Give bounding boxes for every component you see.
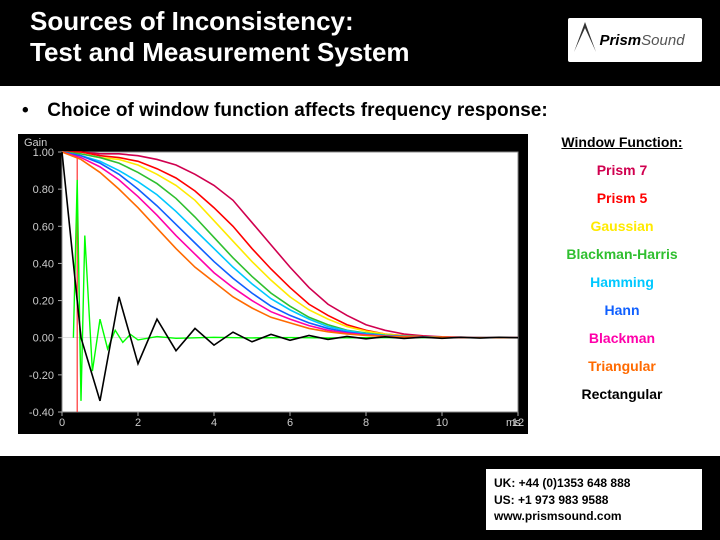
contact-uk: UK: +44 (0)1353 648 888 xyxy=(494,475,694,491)
svg-text:ms: ms xyxy=(506,417,521,429)
legend-item: Hamming xyxy=(540,268,704,296)
legend-item: Blackman-Harris xyxy=(540,240,704,268)
legend-item: Hann xyxy=(540,296,704,324)
svg-text:-0.40: -0.40 xyxy=(29,407,54,419)
legend-item: Prism 7 xyxy=(540,156,704,184)
svg-text:0.60: 0.60 xyxy=(33,221,54,233)
bullet-line: • Choice of window function affects freq… xyxy=(22,100,548,122)
svg-text:6: 6 xyxy=(287,417,293,429)
legend-item: Triangular xyxy=(540,352,704,380)
svg-text:10: 10 xyxy=(436,417,448,429)
svg-text:0.20: 0.20 xyxy=(33,296,54,308)
body: • Choice of window function affects freq… xyxy=(0,86,720,456)
svg-text:0.00: 0.00 xyxy=(33,333,54,345)
slide: Sources of Inconsistency:Test and Measur… xyxy=(0,0,720,540)
page-title: Sources of Inconsistency:Test and Measur… xyxy=(30,6,530,67)
header: Sources of Inconsistency:Test and Measur… xyxy=(0,0,720,86)
svg-text:0.40: 0.40 xyxy=(33,258,54,270)
chart: -0.40-0.200.000.200.400.600.801.00024681… xyxy=(18,134,528,434)
bullet-dot-icon: • xyxy=(22,100,42,122)
svg-text:0.80: 0.80 xyxy=(33,184,54,196)
brand-logo: PrismSound xyxy=(568,18,702,62)
footer: UK: +44 (0)1353 648 888 US: +1 973 983 9… xyxy=(0,456,720,540)
legend-item: Gaussian xyxy=(540,212,704,240)
contact-box: UK: +44 (0)1353 648 888 US: +1 973 983 9… xyxy=(486,469,702,530)
bullet-text: Choice of window function affects freque… xyxy=(47,100,547,121)
legend: Window Function: Prism 7Prism 5GaussianB… xyxy=(540,130,704,408)
logo-text: PrismSound xyxy=(585,32,684,49)
svg-text:4: 4 xyxy=(211,417,217,429)
svg-text:8: 8 xyxy=(363,417,369,429)
svg-text:0: 0 xyxy=(59,417,65,429)
chart-svg: -0.40-0.200.000.200.400.600.801.00024681… xyxy=(18,134,528,434)
legend-title: Window Function: xyxy=(540,130,704,156)
svg-text:Gain: Gain xyxy=(24,137,47,149)
legend-item: Blackman xyxy=(540,324,704,352)
contact-web: www.prismsound.com xyxy=(494,508,694,524)
prism-icon xyxy=(574,22,596,52)
svg-text:-0.20: -0.20 xyxy=(29,370,54,382)
legend-item: Rectangular xyxy=(540,380,704,408)
contact-us: US: +1 973 983 9588 xyxy=(494,492,694,508)
legend-item: Prism 5 xyxy=(540,184,704,212)
svg-text:2: 2 xyxy=(135,417,141,429)
